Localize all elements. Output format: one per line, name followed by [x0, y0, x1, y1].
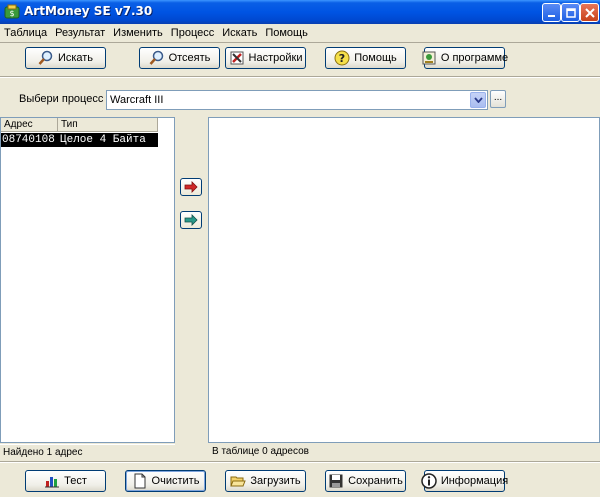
about-button[interactable]: О программе [422, 47, 509, 69]
menu-process[interactable]: Процесс [167, 24, 218, 42]
folder-open-icon [230, 476, 247, 487]
process-select[interactable]: Warcraft III [106, 90, 488, 110]
add-all-to-table-button[interactable] [180, 211, 202, 229]
help-button-label: Помощь [354, 52, 397, 64]
menu-search[interactable]: Искать [218, 24, 261, 42]
settings-button-label: Настройки [248, 52, 303, 64]
menu-table[interactable]: Таблица [0, 24, 51, 42]
process-browse-button[interactable]: ... [490, 90, 506, 108]
magnifier-icon [149, 50, 163, 65]
load-button-label: Загрузить [250, 475, 301, 487]
close-button[interactable] [580, 3, 599, 22]
tools-icon [230, 51, 244, 65]
minimize-icon [547, 14, 555, 17]
column-header-address[interactable]: Адрес [1, 118, 58, 132]
svg-text:$: $ [9, 9, 14, 18]
column-header-type[interactable]: Тип [58, 118, 158, 132]
process-label: Выбери процесс [19, 93, 104, 105]
question-icon: ? [334, 50, 350, 66]
save-button-label: Сохранить [348, 475, 403, 487]
floppy-disk-icon [329, 474, 343, 488]
info-icon [421, 473, 437, 489]
window-title: ArtMoney SE v7.30 [24, 4, 153, 18]
bottom-divider [0, 461, 600, 463]
app-icon: $ [4, 4, 20, 19]
search-button[interactable]: Искать [25, 47, 106, 69]
menu-divider [0, 42, 600, 43]
new-document-icon [134, 473, 146, 489]
results-status: Найдено 1 адрес [0, 444, 175, 459]
maximize-button[interactable] [561, 3, 580, 22]
minimize-button[interactable] [542, 3, 561, 22]
test-button-label: Тест [64, 475, 87, 487]
menu-result[interactable]: Результат [51, 24, 109, 42]
filter-button[interactable]: Отсеять [139, 47, 220, 69]
row-type: Целое 4 Байта [60, 134, 146, 146]
row-address: 08740108 [2, 134, 55, 146]
svg-text:?: ? [339, 52, 345, 65]
help-button[interactable]: ? Помощь [325, 47, 406, 69]
chart-icon [45, 477, 60, 488]
clear-button-label: Очистить [151, 475, 200, 487]
arrow-right-icon [184, 214, 198, 226]
toolbar-divider [0, 76, 600, 78]
info-button[interactable]: Информация [421, 470, 509, 492]
maximize-icon [565, 7, 576, 18]
test-button[interactable]: Тест [25, 470, 106, 492]
about-button-label: О программе [440, 52, 509, 64]
table-status: В таблице 0 адресов [212, 446, 309, 457]
close-icon [584, 7, 595, 18]
load-button[interactable]: Загрузить [225, 470, 306, 492]
address-table[interactable] [208, 117, 600, 443]
add-to-table-button[interactable] [180, 178, 202, 196]
title-bar[interactable]: $ ArtMoney SE v7.30 [0, 0, 600, 24]
magnifier-icon [38, 50, 53, 65]
save-button[interactable]: Сохранить [325, 470, 406, 492]
clear-button[interactable]: Очистить [125, 470, 206, 492]
menu-bar: Таблица Результат Изменить Процесс Искат… [0, 24, 600, 42]
chevron-down-icon [473, 97, 483, 103]
process-select-value: Warcraft III [110, 94, 164, 106]
about-icon [422, 51, 436, 65]
process-dropdown-button[interactable] [470, 92, 486, 108]
filter-button-label: Отсеять [168, 52, 211, 64]
search-button-label: Искать [57, 52, 94, 64]
menu-help[interactable]: Помощь [261, 24, 312, 42]
info-button-label: Информация [440, 475, 509, 487]
menu-edit[interactable]: Изменить [109, 24, 167, 42]
results-list[interactable]: Адрес Тип 08740108 Целое 4 Байта [0, 117, 175, 443]
settings-button[interactable]: Настройки [225, 47, 306, 69]
table-row[interactable]: 08740108 Целое 4 Байта [1, 133, 158, 147]
arrow-right-icon [184, 181, 198, 193]
